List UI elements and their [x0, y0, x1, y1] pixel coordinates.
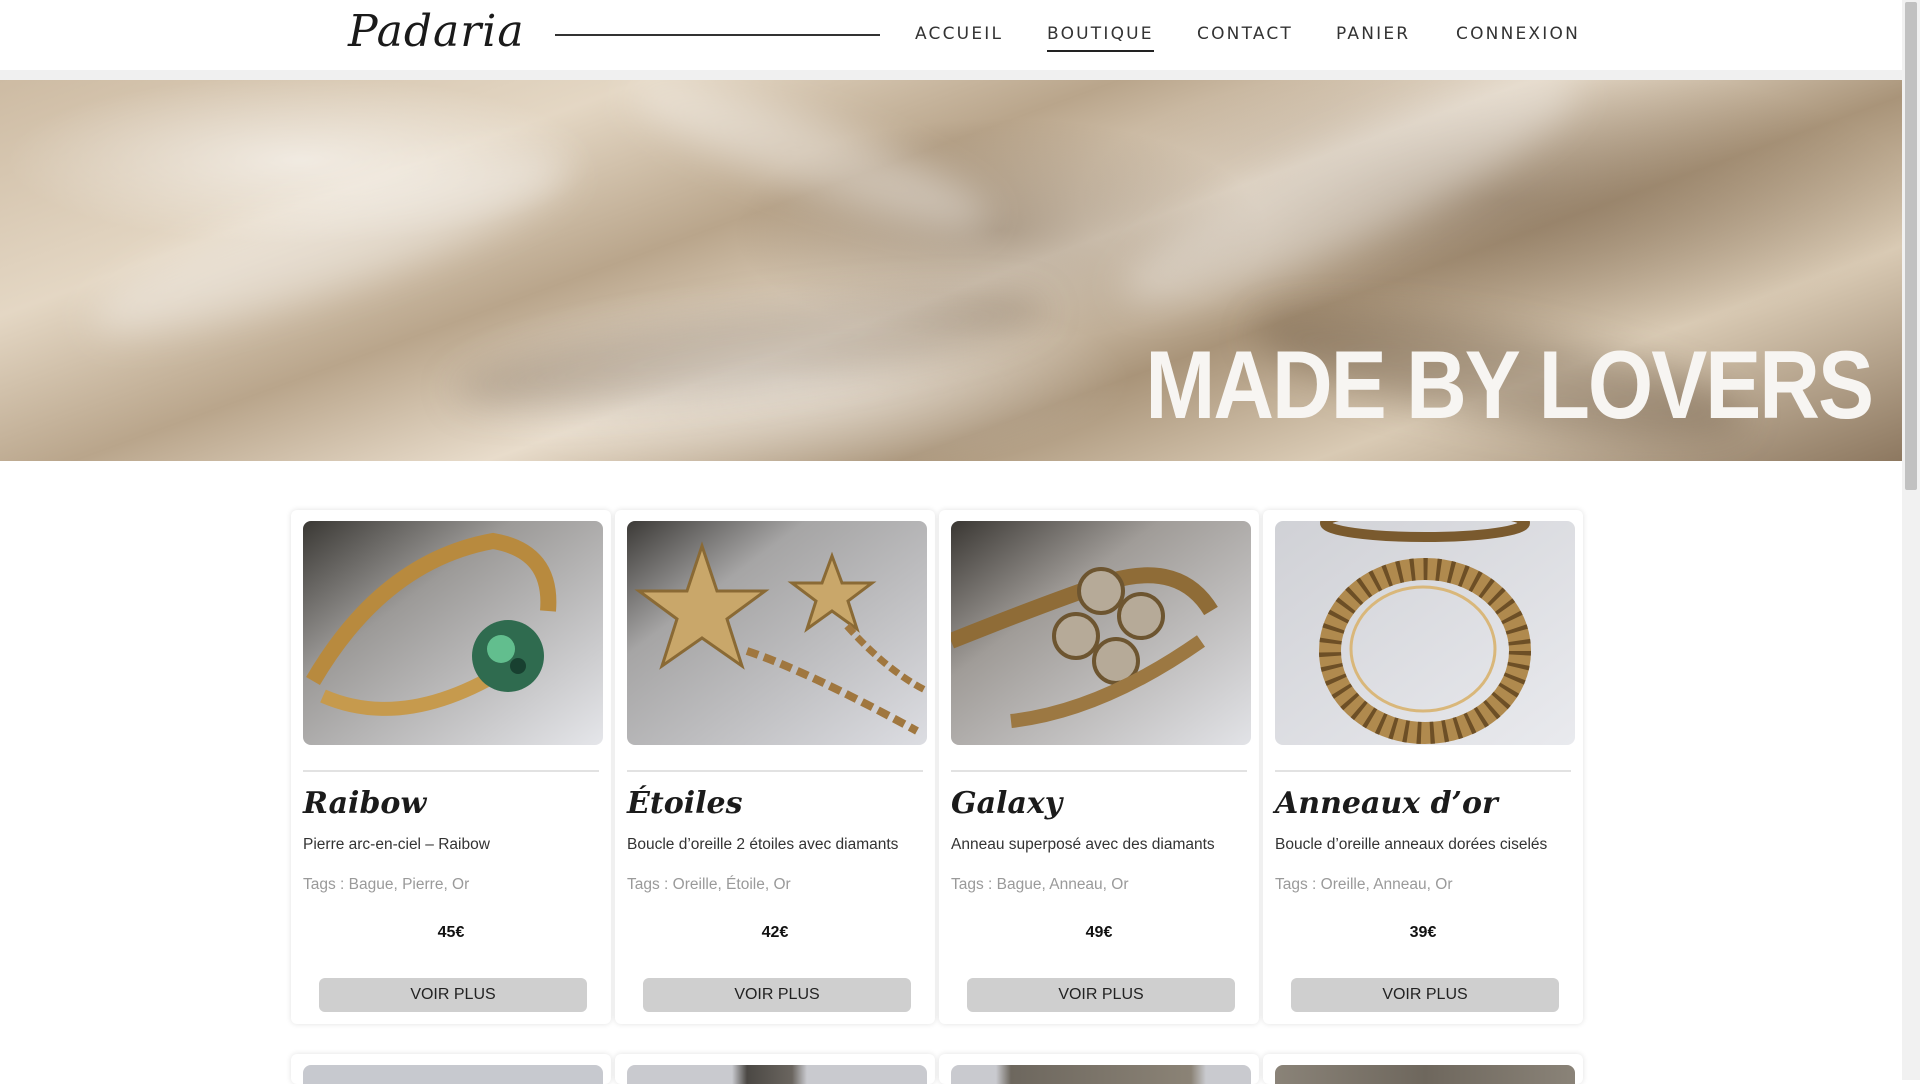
product-card: Anneaux d’or Boucle d’oreille anneaux do…: [1263, 510, 1583, 1024]
voir-plus-button[interactable]: VOIR PLUS: [967, 978, 1235, 1012]
scrollbar-thumb[interactable]: [1905, 2, 1917, 490]
product-card: Galaxy Anneau superposé avec des diamant…: [939, 510, 1259, 1024]
top-navbar: Padaria ACCUEIL BOUTIQUE CONTACT PANIER …: [0, 0, 1902, 80]
product-image-star-earrings[interactable]: [627, 521, 927, 745]
product-card: Étoiles Boucle d’oreille 2 étoiles avec …: [615, 510, 935, 1024]
product-price: 39€: [1409, 924, 1437, 941]
product-image-partial[interactable]: [303, 1065, 603, 1084]
product-description: Boucle d’oreille anneaux dorées ciselés: [1275, 836, 1548, 853]
card-divider: [303, 770, 599, 772]
voir-plus-button[interactable]: VOIR PLUS: [1291, 978, 1559, 1012]
nav-link-contact[interactable]: CONTACT: [1197, 24, 1293, 44]
nav-decorative-line: [555, 34, 880, 36]
card-divider: [1275, 770, 1571, 772]
nav-link-connexion[interactable]: CONNEXION: [1456, 24, 1580, 44]
hero-banner: MADE BY LOVERS: [0, 80, 1902, 461]
product-image-partial[interactable]: [627, 1065, 927, 1084]
product-image-partial[interactable]: [951, 1065, 1251, 1084]
product-image-partial[interactable]: [1275, 1065, 1575, 1084]
product-title: Étoiles: [627, 786, 743, 821]
voir-plus-button[interactable]: VOIR PLUS: [319, 978, 587, 1012]
product-price: 45€: [437, 924, 465, 941]
product-card: Raibow Pierre arc-en-ciel – Raibow Tags …: [291, 510, 611, 1024]
product-tags: Tags : Bague, Anneau, Or: [951, 876, 1129, 893]
site-logo[interactable]: Padaria: [348, 6, 525, 57]
card-divider: [627, 770, 923, 772]
nav-link-panier[interactable]: PANIER: [1336, 24, 1410, 44]
product-price: 49€: [1085, 924, 1113, 941]
hero-title: MADE BY LOVERS: [1145, 330, 1874, 439]
product-tags: Tags : Oreille, Anneau, Or: [1275, 876, 1453, 893]
product-image-ring-green-stone[interactable]: [303, 521, 603, 745]
product-title: Raibow: [303, 786, 427, 821]
card-divider: [951, 770, 1247, 772]
page-scrollbar[interactable]: [1902, 0, 1920, 1080]
product-tags: Tags : Bague, Pierre, Or: [303, 876, 470, 893]
nav-link-accueil[interactable]: ACCUEIL: [915, 24, 1003, 44]
product-title: Anneaux d’or: [1275, 786, 1498, 821]
product-description: Pierre arc-en-ciel – Raibow: [303, 836, 490, 853]
product-price: 42€: [761, 924, 789, 941]
product-image-diamond-ring[interactable]: [951, 521, 1251, 745]
product-tags: Tags : Oreille, Étoile, Or: [627, 876, 791, 893]
voir-plus-button[interactable]: VOIR PLUS: [643, 978, 911, 1012]
product-image-gold-hoop[interactable]: [1275, 521, 1575, 745]
nav-link-boutique[interactable]: BOUTIQUE: [1047, 24, 1154, 52]
product-description: Anneau superposé avec des diamants: [951, 836, 1215, 853]
product-title: Galaxy: [951, 786, 1063, 821]
product-description: Boucle d’oreille 2 étoiles avec diamants: [627, 836, 899, 853]
